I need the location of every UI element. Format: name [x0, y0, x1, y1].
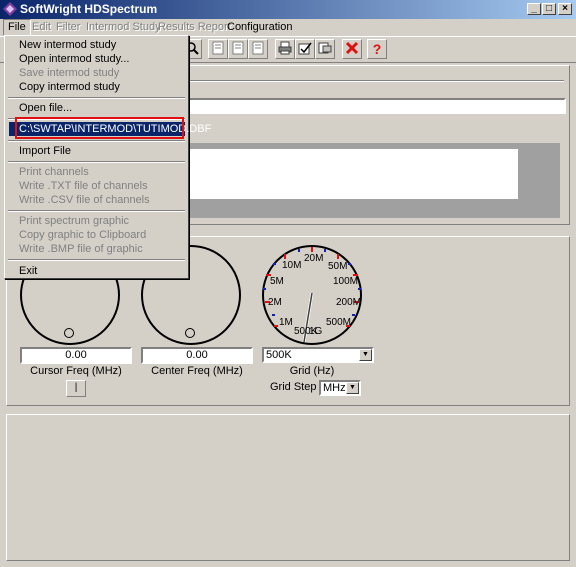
menu-separator: [8, 210, 185, 212]
cursor-dial-knob[interactable]: [64, 328, 74, 338]
spectrum-panel: [6, 414, 570, 561]
menu-item-exit[interactable]: Exit: [19, 264, 37, 278]
delete-icon: [345, 41, 359, 58]
chevron-down-icon[interactable]: ▼: [346, 382, 359, 394]
grid-label-500k: 500K: [294, 326, 318, 337]
menu-item-open-file[interactable]: Open file...: [19, 101, 72, 115]
maximize-button[interactable]: □: [542, 3, 556, 15]
channel-list[interactable]: [186, 149, 518, 199]
grid-label-2m: 2M: [268, 297, 282, 308]
menu-item-print-spectrum-graphic[interactable]: Print spectrum graphic: [19, 214, 129, 228]
delete-button[interactable]: [342, 39, 362, 59]
menu-configuration[interactable]: Configuration: [223, 19, 296, 36]
grid-label: Grid (Hz): [289, 365, 335, 377]
menu-item-open-intermod-study[interactable]: Open intermod study...: [19, 52, 129, 66]
help-button[interactable]: ?: [367, 39, 387, 59]
menu-item-copy-intermod-study[interactable]: Copy intermod study: [19, 80, 120, 94]
menu-file[interactable]: File: [3, 19, 31, 36]
study-name-field[interactable]: [186, 98, 566, 114]
print-icon: [278, 41, 292, 58]
help-icon: ?: [372, 41, 382, 57]
menu-item-write-txt[interactable]: Write .TXT file of channels: [19, 179, 148, 193]
menu-separator: [8, 259, 185, 261]
grid-label-500m: 500M: [326, 317, 352, 328]
menu-filter[interactable]: Filter: [52, 19, 84, 36]
menu-separator: [8, 161, 185, 163]
title-bar: SoftWright HDSpectrum _ □ ×: [0, 0, 576, 19]
divider: [186, 80, 564, 82]
page-button-1[interactable]: [208, 39, 228, 59]
grid-label-20m: 20M: [304, 253, 324, 264]
grid-label-5m: 5M: [270, 276, 284, 287]
page-button-3[interactable]: [248, 39, 268, 59]
center-freq-label: Center Freq (MHz): [151, 365, 243, 377]
export-icon: [318, 41, 332, 58]
export-button[interactable]: [315, 39, 335, 59]
minimize-button[interactable]: _: [527, 3, 541, 15]
menu-item-new-intermod-study[interactable]: New intermod study: [19, 38, 116, 52]
menu-item-save-intermod-study[interactable]: Save intermod study: [19, 66, 119, 80]
menu-item-write-csv[interactable]: Write .CSV file of channels: [19, 193, 150, 207]
check-icon: [298, 41, 312, 58]
page-icon: [251, 41, 265, 58]
channel-list-frame: [186, 143, 560, 218]
grid-label-10m: 10M: [282, 260, 302, 271]
cursor-freq-input[interactable]: 0.00: [20, 347, 132, 364]
menu-item-write-bmp[interactable]: Write .BMP file of graphic: [19, 242, 143, 256]
window-title: SoftWright HDSpectrum: [20, 2, 158, 16]
center-dial-knob[interactable]: [185, 328, 195, 338]
page-icon: [211, 41, 225, 58]
grid-select[interactable]: 500K ▼: [262, 347, 374, 363]
print-button[interactable]: [275, 39, 295, 59]
menu-separator: [8, 97, 185, 99]
menu-edit[interactable]: Edit: [28, 19, 55, 36]
file-menu: New intermod study Open intermod study..…: [4, 35, 211, 279]
page-button-2[interactable]: [228, 39, 248, 59]
menu-separator: [8, 140, 185, 142]
menu-item-import-file[interactable]: Import File: [19, 144, 71, 158]
grid-step-label: Grid Step: [270, 381, 317, 393]
cursor-freq-label: Cursor Freq (MHz): [30, 365, 122, 377]
menu-bar: File Edit Filter Intermod Study Results …: [0, 19, 576, 36]
grid-label-50m: 50M: [328, 261, 348, 272]
app-icon: [3, 2, 17, 16]
cursor-button[interactable]: |: [66, 380, 86, 397]
menu-item-print-channels[interactable]: Print channels: [19, 165, 89, 179]
check-button[interactable]: [295, 39, 315, 59]
grid-label-200m: 200M: [336, 297, 362, 308]
chevron-down-icon[interactable]: ▼: [359, 349, 372, 361]
grid-label-1m: 1M: [279, 317, 293, 328]
close-button[interactable]: ×: [558, 3, 572, 15]
grid-step-select[interactable]: MHz ▼: [319, 380, 361, 396]
grid-label-100m: 100M: [333, 276, 359, 287]
center-freq-input[interactable]: 0.00: [141, 347, 253, 364]
menu-item-copy-graphic[interactable]: Copy graphic to Clipboard: [19, 228, 146, 242]
menu-intermod-study[interactable]: Intermod Study: [82, 19, 165, 36]
annotation-highlight-box: [15, 117, 184, 139]
page-icon: [231, 41, 245, 58]
